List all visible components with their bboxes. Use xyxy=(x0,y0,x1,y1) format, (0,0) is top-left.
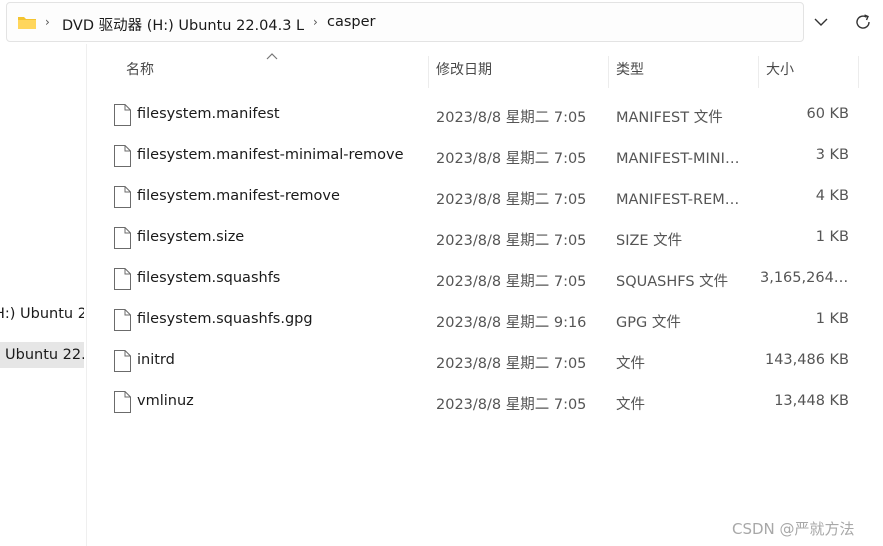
file-name: vmlinuz xyxy=(137,393,194,409)
chevron-right-icon: › xyxy=(313,15,318,29)
file-type: SQUASHFS 文件 xyxy=(616,274,729,290)
chevron-down-icon xyxy=(814,18,828,26)
file-type: MANIFEST-REMOVE 文件 xyxy=(616,192,748,208)
column-divider[interactable] xyxy=(758,56,759,88)
file-icon xyxy=(113,350,131,372)
file-type: 文件 xyxy=(616,397,645,413)
file-row[interactable]: filesystem.squashfs 2023/8/8 星期二 7:05 SQUA… xyxy=(100,259,860,300)
file-name: filesystem.manifest xyxy=(137,106,280,122)
file-date: 2023/8/8 星期二 9:16 xyxy=(436,315,587,331)
file-icon xyxy=(113,268,131,290)
column-header-type[interactable]: 类型 xyxy=(616,59,644,89)
file-row[interactable]: initrd 2023/8/8 星期二 7:05 文件 143,486 KB xyxy=(100,341,860,382)
file-icon xyxy=(113,186,131,208)
column-divider[interactable] xyxy=(428,56,429,88)
file-name: initrd xyxy=(137,352,175,368)
file-date: 2023/8/8 星期二 7:05 xyxy=(436,274,587,290)
file-size: 1 KB xyxy=(815,311,849,327)
file-row[interactable]: filesystem.size 2023/8/8 星期二 7:05 SIZE 文件 1… xyxy=(100,218,860,259)
folder-icon xyxy=(18,17,36,29)
file-icon xyxy=(113,227,131,249)
breadcrumb-drive[interactable]: DVD 驱动器 (H:) Ubuntu 22.04.3 L xyxy=(62,14,304,35)
file-size: 60 KB xyxy=(806,106,849,122)
file-type: MANIFEST 文件 xyxy=(616,110,723,126)
file-size: 4 KB xyxy=(815,188,849,204)
file-size: 13,448 KB xyxy=(774,393,849,409)
watermark: CSDN @严就方法 xyxy=(732,520,855,538)
nav-item-drive[interactable]: H:) Ubuntu 22.04.3 LTS amd64 xyxy=(0,306,84,330)
address-bar[interactable]: › DVD 驱动器 (H:) Ubuntu 22.04.3 L › casper xyxy=(6,2,804,42)
file-name: filesystem.squashfs xyxy=(137,270,281,286)
refresh-icon xyxy=(856,14,870,29)
file-icon xyxy=(113,391,131,413)
file-date: 2023/8/8 星期二 7:05 xyxy=(436,397,587,413)
column-header-date[interactable]: 修改日期 xyxy=(436,59,492,89)
navigation-pane: H:) Ubuntu 22.04.3 LTS amd64 Ubuntu 22.0… xyxy=(0,44,86,546)
file-name: filesystem.size xyxy=(137,229,245,245)
file-icon xyxy=(113,145,131,167)
column-header-name[interactable]: 名称 xyxy=(126,59,154,89)
file-type: MANIFEST-MINIMAL-REMOVE 文件 xyxy=(616,151,748,167)
sort-ascending-icon xyxy=(266,53,278,60)
breadcrumb-casper[interactable]: casper xyxy=(327,14,376,30)
file-type: 文件 xyxy=(616,356,645,372)
file-date: 2023/8/8 星期二 7:05 xyxy=(436,356,587,372)
file-date: 2023/8/8 星期二 7:05 xyxy=(436,233,587,249)
file-size: 3,165,264 KB xyxy=(760,270,849,286)
file-date: 2023/8/8 星期二 7:05 xyxy=(436,151,587,167)
file-name: filesystem.manifest-minimal-remove xyxy=(137,147,404,163)
chevron-right-icon: › xyxy=(45,15,50,29)
file-row[interactable]: filesystem.manifest-minimal-remove 2023/8… xyxy=(100,136,860,177)
file-row[interactable]: filesystem.squashfs.gpg 2023/8/8 星期二 9:16… xyxy=(100,300,860,341)
pane-divider[interactable] xyxy=(86,44,87,546)
file-size: 3 KB xyxy=(815,147,849,163)
file-size: 1 KB xyxy=(815,229,849,245)
file-row[interactable]: vmlinuz 2023/8/8 星期二 7:05 文件 13,448 KB xyxy=(100,382,860,423)
file-row[interactable]: filesystem.manifest 2023/8/8 星期二 7:05 MANI… xyxy=(100,95,860,136)
file-size: 143,486 KB xyxy=(764,352,849,368)
nav-item-ubuntu[interactable]: Ubuntu 22.04.3 LTS amd64 xyxy=(0,342,84,368)
file-name: filesystem.manifest-remove xyxy=(137,188,340,204)
file-type: GPG 文件 xyxy=(616,315,681,331)
file-type: SIZE 文件 xyxy=(616,233,683,249)
column-divider[interactable] xyxy=(858,56,859,88)
nav-item-label: H:) Ubuntu 22.04.3 LTS amd64 xyxy=(0,306,84,322)
column-header-size[interactable]: 大小 xyxy=(766,59,794,89)
file-icon xyxy=(113,104,131,126)
file-date: 2023/8/8 星期二 7:05 xyxy=(436,110,587,126)
column-divider[interactable] xyxy=(608,56,609,88)
file-icon xyxy=(113,309,131,331)
file-date: 2023/8/8 星期二 7:05 xyxy=(436,192,587,208)
file-row[interactable]: filesystem.manifest-remove 2023/8/8 星期二 7… xyxy=(100,177,860,218)
file-name: filesystem.squashfs.gpg xyxy=(137,311,313,327)
address-dropdown-button[interactable] xyxy=(808,10,834,34)
refresh-button[interactable] xyxy=(850,10,876,34)
nav-item-label: Ubuntu 22.04.3 LTS amd64 xyxy=(5,347,84,363)
